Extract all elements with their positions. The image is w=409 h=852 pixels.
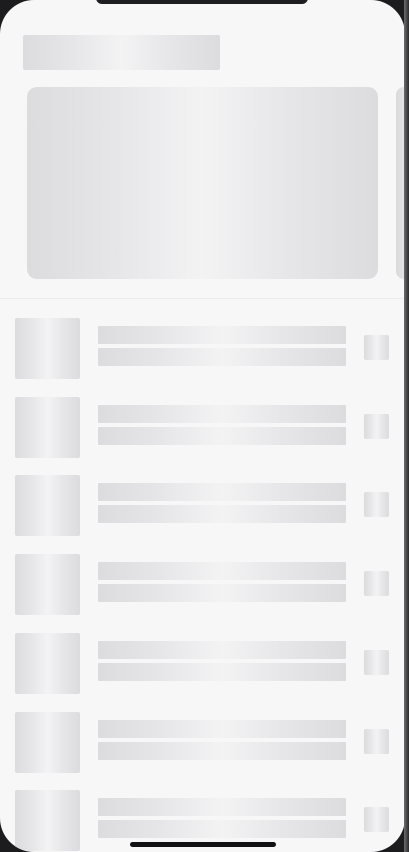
list-item-placeholder[interactable] (0, 554, 405, 616)
subtitle-line-placeholder (98, 820, 346, 838)
title-line-placeholder (98, 405, 346, 423)
action-button-placeholder[interactable] (364, 729, 389, 754)
title-line-placeholder (98, 641, 346, 659)
section-divider (0, 298, 405, 299)
subtitle-line-placeholder (98, 663, 346, 681)
hero-card-placeholder[interactable] (27, 87, 378, 279)
device-bezel (404, 0, 409, 852)
action-button-placeholder[interactable] (364, 335, 389, 360)
subtitle-line-placeholder (98, 505, 346, 523)
title-line-placeholder (98, 720, 346, 738)
thumbnail-placeholder (15, 475, 80, 536)
thumbnail-placeholder (15, 554, 80, 615)
action-button-placeholder[interactable] (364, 414, 389, 439)
title-line-placeholder (98, 326, 346, 344)
subtitle-line-placeholder (98, 742, 346, 760)
title-line-placeholder (98, 798, 346, 816)
thumbnail-placeholder (15, 318, 80, 379)
title-line-placeholder (98, 483, 346, 501)
list-item-placeholder[interactable] (0, 397, 405, 459)
thumbnail-placeholder (15, 790, 80, 851)
thumbnail-placeholder (15, 397, 80, 458)
action-button-placeholder[interactable] (364, 571, 389, 596)
list-item-placeholder[interactable] (0, 475, 405, 537)
action-button-placeholder[interactable] (364, 492, 389, 517)
subtitle-line-placeholder (98, 348, 346, 366)
device-notch (96, 0, 308, 4)
subtitle-line-placeholder (98, 427, 346, 445)
action-button-placeholder[interactable] (364, 650, 389, 675)
subtitle-line-placeholder (98, 584, 346, 602)
thumbnail-placeholder (15, 633, 80, 694)
thumbnail-placeholder (15, 712, 80, 773)
list-item-placeholder[interactable] (0, 712, 405, 774)
phone-screen (0, 0, 405, 852)
action-button-placeholder[interactable] (364, 807, 389, 832)
home-indicator[interactable] (130, 842, 276, 847)
list-item-placeholder[interactable] (0, 633, 405, 695)
title-line-placeholder (98, 562, 346, 580)
list-item-placeholder[interactable] (0, 318, 405, 380)
page-title-placeholder (23, 35, 220, 70)
